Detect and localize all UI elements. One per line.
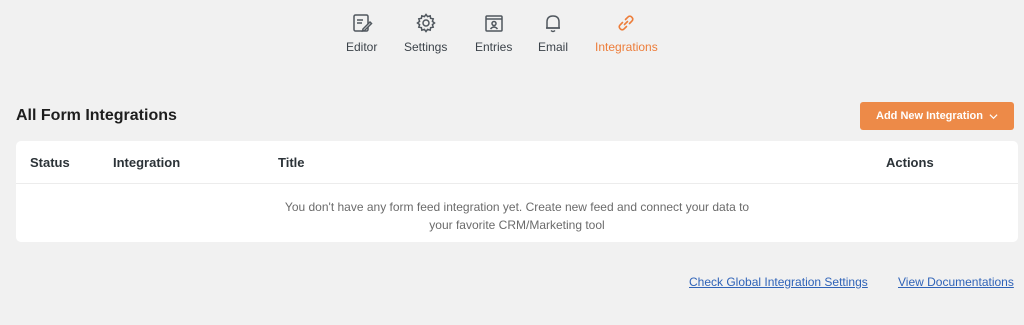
link-icon: [615, 12, 637, 34]
chevron-down-icon: [989, 112, 998, 121]
tab-integrations-label: Integrations: [595, 40, 658, 54]
column-header-title: Title: [278, 155, 305, 170]
gear-icon: [415, 12, 437, 34]
bell-icon: [542, 12, 564, 34]
tab-settings-label: Settings: [404, 40, 448, 54]
column-header-actions: Actions: [886, 155, 934, 170]
column-header-status: Status: [30, 155, 70, 170]
tab-email-label: Email: [538, 40, 569, 54]
tab-editor-label: Editor: [346, 40, 378, 54]
empty-state-line-2: your favorite CRM/Marketing tool: [429, 218, 605, 232]
tab-editor[interactable]: Editor: [346, 12, 377, 54]
entries-icon: [483, 12, 505, 34]
view-documentations-link[interactable]: View Documentations: [898, 275, 1014, 289]
page-title: All Form Integrations: [16, 107, 177, 124]
empty-state-message: You don't have any form feed integration…: [16, 198, 1018, 234]
add-new-integration-label: Add New Integration: [876, 110, 983, 122]
tab-email[interactable]: Email: [538, 12, 568, 54]
editor-icon: [351, 12, 373, 34]
check-global-integration-settings-link[interactable]: Check Global Integration Settings: [689, 275, 868, 289]
table-header: Status Integration Title Actions: [16, 141, 1018, 184]
tab-entries[interactable]: Entries: [475, 12, 512, 54]
tab-integrations[interactable]: Integrations: [595, 12, 658, 54]
integrations-table: Status Integration Title Actions You don…: [16, 141, 1018, 242]
column-header-integration: Integration: [113, 155, 181, 170]
empty-state-line-1: You don't have any form feed integration…: [284, 200, 750, 214]
tab-entries-label: Entries: [475, 40, 513, 54]
page: Editor Settings Entries Email Integratio…: [0, 0, 1024, 325]
add-new-integration-button[interactable]: Add New Integration: [860, 102, 1014, 130]
tab-settings[interactable]: Settings: [404, 12, 447, 54]
